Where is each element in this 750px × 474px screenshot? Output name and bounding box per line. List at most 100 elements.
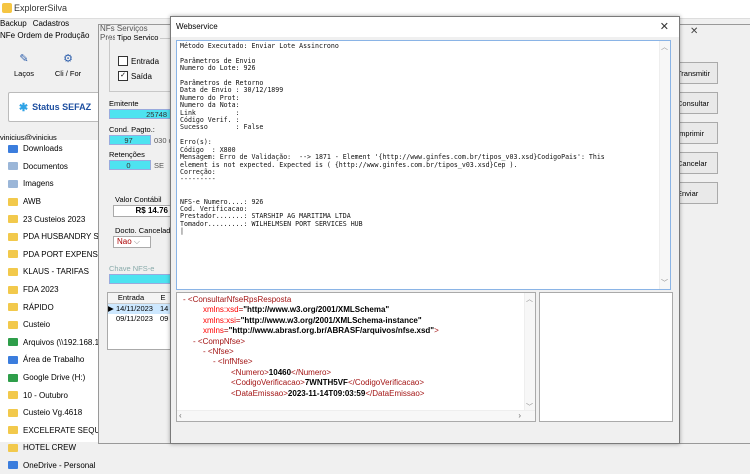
transmitir-label: Transmitir: [677, 68, 711, 78]
sidebar-item[interactable]: AWB: [0, 193, 100, 211]
close-icon[interactable]: ✕: [660, 20, 669, 33]
xml-line: - <CompNfse>: [193, 336, 246, 346]
docto-cancelado-value: Nao: [117, 237, 132, 246]
saida-checkbox[interactable]: ✓ Saída: [118, 71, 152, 81]
sidebar-item[interactable]: Área de Trabalho: [0, 351, 100, 369]
sidebar-item-label: AWB: [23, 197, 41, 207]
entrada-label: Entrada: [131, 56, 160, 66]
nfs-close-icon[interactable]: ✕: [690, 26, 698, 37]
grid-cell: 14/11/2023: [116, 304, 153, 313]
folder-icon: [8, 373, 18, 382]
app-logo-icon: [2, 3, 12, 13]
folder-icon: [8, 232, 18, 241]
valor-contabil-field[interactable]: R$ 14.76: [113, 205, 171, 217]
folder-icon: [8, 144, 18, 153]
cli-for-button[interactable]: ⚙ Cli / For: [46, 52, 90, 78]
sidebar-item[interactable]: EXCELERATE SEQUOIA: [0, 422, 100, 440]
retencoes-field[interactable]: 0: [109, 160, 151, 170]
explorer-sidebar: Downloads Documentos Imagens AWB 23 Custeios…: [0, 140, 100, 470]
folder-icon: [8, 426, 18, 435]
folder-icon: [8, 162, 18, 171]
sidebar-item-label: 23 Custeios 2023: [23, 214, 86, 224]
xml-line: xmlns:xsd="http://www.w3.org/2001/XMLSch…: [203, 305, 390, 315]
table-row[interactable]: ▶ 14/11/2023 14: [108, 304, 174, 314]
folder-icon: [8, 391, 18, 400]
tipo-servico-group: Tipo Servico Entrada ✓ Saída: [109, 33, 173, 92]
chevron-down-icon: ⌵: [133, 237, 140, 246]
sidebar-item-label: RÁPIDO: [23, 302, 54, 312]
sidebar-item[interactable]: Custeio: [0, 316, 100, 334]
lacos-label: Laços: [13, 69, 34, 78]
xml-viewer[interactable]: - <ConsultarNfseRpsResposta xmlns:xsd="h…: [176, 292, 536, 422]
folder-icon: [8, 461, 18, 470]
grid-header: Entrada E: [108, 293, 174, 304]
memo-scrollbar[interactable]: ︿ ﹀: [659, 41, 670, 289]
webservice-title: Webservice: [176, 22, 218, 31]
sidebar-item[interactable]: Imagens: [0, 175, 100, 193]
app-title: ExplorerSilva: [14, 3, 68, 13]
notas-grid[interactable]: Entrada E ▶ 14/11/2023 14 09/11/2023 09: [107, 292, 175, 350]
scroll-up-icon[interactable]: ︿: [661, 42, 668, 52]
status-sefaz-label: Status SEFAZ: [32, 102, 92, 112]
menu-nfe[interactable]: NFe: [0, 31, 15, 40]
emitente-field[interactable]: 25748: [109, 109, 171, 119]
sidebar-item-label: Google Drive (H:): [23, 373, 86, 383]
sidebar-item[interactable]: PDA HUSBANDRY SER: [0, 228, 100, 246]
saida-label: Saída: [131, 71, 152, 81]
sidebar-item[interactable]: FDA 2023: [0, 281, 100, 299]
row-pointer-icon: ▶: [108, 304, 114, 313]
xml-line: xmlns:xsi="http://www.w3.org/2001/XMLSch…: [203, 315, 422, 325]
scroll-up-icon[interactable]: ︿: [526, 294, 533, 304]
webservice-log-memo[interactable]: Método Executado: Enviar Lote Assincrono…: [176, 40, 671, 290]
sidebar-item-label: PDA HUSBANDRY SER: [23, 232, 100, 242]
sidebar-item[interactable]: OneDrive - Personal: [0, 457, 100, 474]
xml-line: - <ConsultarNfseRpsResposta: [183, 295, 292, 304]
valor-contabil-label: Valor Contábil: [115, 195, 162, 204]
sidebar-item-label: OneDrive - Personal: [23, 460, 96, 470]
sidebar-item-label: Downloads: [23, 144, 63, 154]
status-sefaz-button[interactable]: ✱ Status SEFAZ: [8, 92, 102, 122]
dialog-footer: [171, 427, 679, 443]
webservice-titlebar: Webservice ✕: [171, 17, 679, 37]
sidebar-item[interactable]: KLAUS - TARIFAS: [0, 263, 100, 281]
menu-backup[interactable]: Backup: [0, 19, 27, 28]
sidebar-item[interactable]: Downloads: [0, 140, 100, 158]
cond-pagto-field[interactable]: 97: [109, 135, 151, 145]
chave-nfse-field[interactable]: [109, 274, 171, 284]
menu-bar-2: NFe Ordem de Produção: [0, 31, 110, 43]
sidebar-item[interactable]: Arquivos (\\192.168.1.: [0, 334, 100, 352]
sidebar-item[interactable]: 10 - Outubro: [0, 386, 100, 404]
entrada-checkbox[interactable]: Entrada: [118, 56, 159, 66]
sidebar-item[interactable]: Documentos: [0, 158, 100, 176]
sidebar-item-label: Documentos: [23, 161, 68, 171]
scroll-down-icon[interactable]: ﹀: [661, 278, 668, 288]
docto-cancelado-select[interactable]: Nao ⌵: [113, 236, 151, 248]
emitente-label: Emitente: [109, 99, 139, 108]
table-row[interactable]: 09/11/2023 09: [108, 314, 174, 324]
scroll-left-icon[interactable]: ‹: [179, 411, 182, 420]
sidebar-item[interactable]: Custeio Vg.4618: [0, 404, 100, 422]
menu-ordem[interactable]: Ordem de Produção: [17, 31, 89, 40]
sidebar-item[interactable]: RÁPIDO: [0, 298, 100, 316]
folder-icon: [8, 250, 18, 259]
tipo-servico-title: Tipo Servico: [115, 33, 161, 42]
folder-icon: [8, 355, 18, 364]
sidebar-item[interactable]: 23 Custeios 2023: [0, 210, 100, 228]
sidebar-item-label: Imagens: [23, 179, 54, 189]
xml-hscrollbar[interactable]: ‹ ›: [177, 410, 535, 421]
sidebar-item[interactable]: PDA PORT EXPENSES: [0, 246, 100, 264]
folder-icon: [8, 215, 18, 224]
xml-side-panel: [539, 292, 673, 422]
folder-icon: [8, 338, 18, 347]
grid-cell: 09/11/2023: [116, 314, 153, 323]
xml-line: xmlns="http://www.abrasf.org.br/ABRASF/a…: [203, 326, 439, 336]
sidebar-item-label: Área de Trabalho: [23, 355, 85, 365]
sidebar-item[interactable]: Google Drive (H:): [0, 369, 100, 387]
lacos-button[interactable]: ✎ Laços: [2, 52, 46, 78]
status-sefaz-icon: ✱: [18, 101, 29, 114]
scroll-right-icon[interactable]: ›: [518, 411, 521, 420]
sidebar-item-label: PDA PORT EXPENSES: [23, 249, 100, 259]
menu-cadastros[interactable]: Cadastros: [33, 19, 69, 28]
cancelar-label: Cancelar: [677, 158, 708, 168]
xml-vscrollbar[interactable]: ︿ ﹀: [524, 293, 535, 413]
